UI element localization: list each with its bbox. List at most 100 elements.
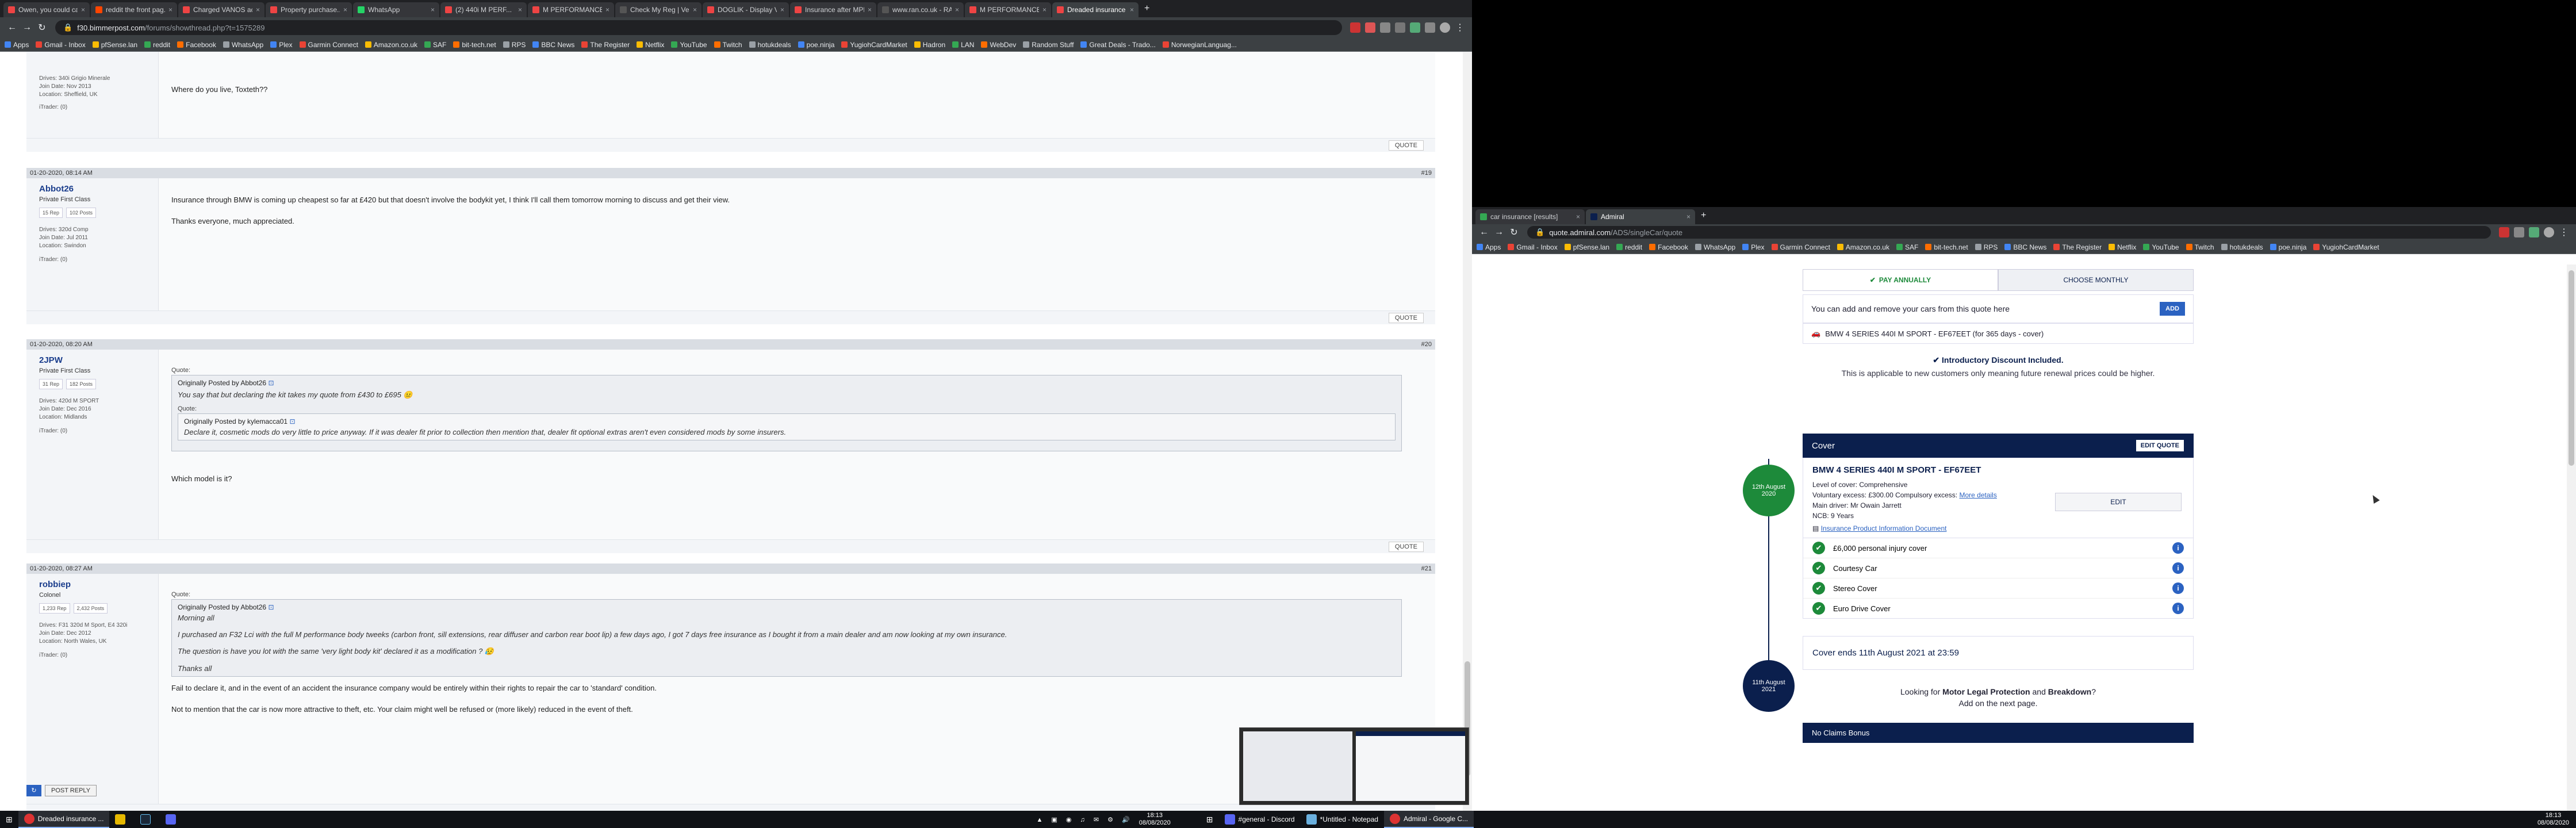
bookmark-item[interactable]: Facebook (177, 41, 216, 49)
view-post-icon[interactable]: ⊡ (268, 379, 274, 387)
choose-monthly-tab[interactable]: CHOOSE MONTHLY (1998, 269, 2194, 291)
bookmark-item[interactable]: bit-tech.net (453, 41, 496, 49)
bookmark-item[interactable]: Twitch (2186, 243, 2214, 251)
bookmark-item[interactable]: YouTube (671, 41, 707, 49)
browser-tab[interactable]: Property purchase... × (266, 2, 352, 17)
close-tab-icon[interactable]: × (1039, 6, 1046, 14)
quote-button[interactable]: QUOTE (1388, 140, 1424, 151)
browser-tab[interactable]: car insurance [results] × (1475, 209, 1585, 224)
bookmark-item[interactable]: WhatsApp (1695, 243, 1735, 251)
taskbar-discord[interactable] (160, 811, 185, 828)
close-tab-icon[interactable]: × (777, 6, 784, 14)
taskbar-notepad[interactable]: *Untitled - Notepad (1301, 811, 1384, 828)
back-icon[interactable]: ← (1477, 227, 1492, 237)
browser-tab[interactable]: WhatsApp × (353, 2, 439, 17)
bookmark-item[interactable]: Facebook (1649, 243, 1688, 251)
bookmark-item[interactable]: Garmin Connect (299, 41, 358, 49)
taskbar-chrome-forum[interactable]: Dreaded insurance ... (18, 811, 110, 828)
extension-icon[interactable] (1425, 22, 1435, 33)
clock-left[interactable]: 18:13 08/08/2020 (1139, 812, 1171, 827)
forward-icon[interactable]: → (20, 22, 34, 33)
more-details-link[interactable]: More details (1959, 491, 1996, 499)
post-number[interactable]: #19 (1421, 170, 1432, 177)
taskbar-thumbnail-preview[interactable] (1239, 727, 1469, 805)
bookmark-item[interactable]: WhatsApp (223, 41, 263, 49)
bookmark-item[interactable]: YugiohCardMarket (2313, 243, 2379, 251)
menu-icon[interactable]: ⋮ (2556, 227, 2571, 238)
right-address-bar[interactable]: 🔒 quote.admiral.com/ADS/singleCar/quote (1527, 226, 2491, 239)
ipid-link[interactable]: Insurance Product Information Document (1821, 524, 1947, 532)
taskbar-steam[interactable] (135, 811, 160, 828)
close-tab-icon[interactable]: × (340, 6, 347, 14)
browser-tab[interactable]: Check My Reg | Veh...× (615, 2, 702, 17)
browser-tab[interactable]: (2) 440i M PERF... × (440, 2, 527, 17)
extension-icon[interactable] (1410, 22, 1420, 33)
browser-tab[interactable]: M PERFORMANCE...× (528, 2, 614, 17)
right-scrollbar[interactable] (2567, 264, 2576, 811)
bookmark-item[interactable]: RPS (1975, 243, 1998, 251)
bookmark-item[interactable]: Plex (1742, 243, 1765, 251)
browser-tab[interactable]: reddit the front pag... × (91, 2, 177, 17)
bookmark-item[interactable]: SAF (424, 41, 446, 49)
bookmark-item[interactable]: Plex (270, 41, 293, 49)
browser-tab[interactable]: Owen, you could ca...× (3, 2, 90, 17)
start-button[interactable]: ⊞ (0, 811, 18, 828)
edit-quote-button[interactable]: EDIT QUOTE (2135, 439, 2184, 452)
back-icon[interactable]: ← (5, 22, 20, 33)
browser-tab[interactable]: M PERFORMANCE Ki...× (965, 2, 1051, 17)
edit-button[interactable]: EDIT (2055, 493, 2182, 511)
bookmark-item[interactable]: Apps (5, 41, 29, 49)
browser-tab[interactable]: Insurance after MPE...× (790, 2, 876, 17)
browser-tab[interactable]: Admiral × (1586, 209, 1695, 224)
browser-tab[interactable]: DOGLIK - Display Ve...× (703, 2, 789, 17)
profile-avatar-icon[interactable] (2544, 227, 2554, 237)
extension-icon[interactable] (2499, 227, 2509, 237)
taskbar-folder[interactable] (109, 811, 135, 828)
bookmark-item[interactable]: bit-tech.net (1925, 243, 1968, 251)
extension-icon[interactable] (1380, 22, 1390, 33)
reload-icon[interactable]: ↻ (1506, 227, 1521, 238)
bookmark-item[interactable]: Gmail - Inbox (36, 41, 86, 49)
taskbar-discord-right[interactable]: #general - Discord (1219, 811, 1301, 828)
bookmark-item[interactable]: WebDev (981, 41, 1016, 49)
view-post-icon[interactable]: ⊡ (289, 417, 295, 425)
info-icon[interactable]: i (2172, 582, 2184, 594)
bookmark-item[interactable]: reddit (144, 41, 170, 49)
post-number[interactable]: #20 (1421, 341, 1432, 348)
bookmark-item[interactable]: Gmail - Inbox (1508, 243, 1558, 251)
bookmark-item[interactable]: Amazon.co.uk (365, 41, 417, 49)
bookmark-item[interactable]: poe.ninja (2270, 243, 2306, 251)
info-icon[interactable]: i (2172, 603, 2184, 614)
new-tab-icon[interactable]: + (1701, 210, 1706, 221)
close-tab-icon[interactable]: × (515, 6, 522, 14)
bookmark-item[interactable]: NorwegianLanguag... (1162, 41, 1237, 49)
taskbar-chrome-admiral[interactable]: Admiral - Google C... (1383, 811, 1474, 828)
post-reply-button[interactable]: POST REPLY (45, 785, 97, 796)
close-tab-icon[interactable]: × (252, 6, 260, 14)
bookmark-item[interactable]: Amazon.co.uk (1837, 243, 1889, 251)
bookmark-item[interactable]: BBC News (532, 41, 574, 49)
bookmark-item[interactable]: pfSense.lan (92, 41, 137, 49)
bookmark-item[interactable]: RPS (503, 41, 526, 49)
bookmark-item[interactable]: LAN (952, 41, 974, 49)
bookmark-item[interactable]: poe.ninja (798, 41, 834, 49)
extension-icon[interactable] (2529, 227, 2539, 237)
info-icon[interactable]: i (2172, 542, 2184, 554)
bookmark-item[interactable]: Random Stuff (1023, 41, 1074, 49)
view-post-icon[interactable]: ⊡ (268, 603, 274, 611)
username-link[interactable]: Abbot26 (39, 184, 145, 194)
bookmark-item[interactable]: Twitch (714, 41, 742, 49)
ncb-header[interactable]: No Claims Bonus (1803, 723, 2194, 743)
bookmark-item[interactable]: Hadron (914, 41, 945, 49)
reload-icon[interactable]: ↻ (34, 22, 49, 33)
pay-annually-tab[interactable]: ✔ PAY ANNUALLY (1803, 269, 1998, 291)
thumbnail-forum[interactable] (1243, 731, 1352, 801)
username-link[interactable]: robbiep (39, 580, 145, 589)
close-tab-icon[interactable]: × (78, 6, 85, 14)
bookmark-item[interactable]: BBC News (2004, 243, 2046, 251)
bookmark-item[interactable]: SAF (1896, 243, 1918, 251)
close-tab-icon[interactable]: × (165, 6, 172, 14)
bookmark-item[interactable]: hotukdeals (749, 41, 791, 49)
close-tab-icon[interactable]: × (1683, 213, 1690, 221)
bookmark-item[interactable]: The Register (2053, 243, 2102, 251)
